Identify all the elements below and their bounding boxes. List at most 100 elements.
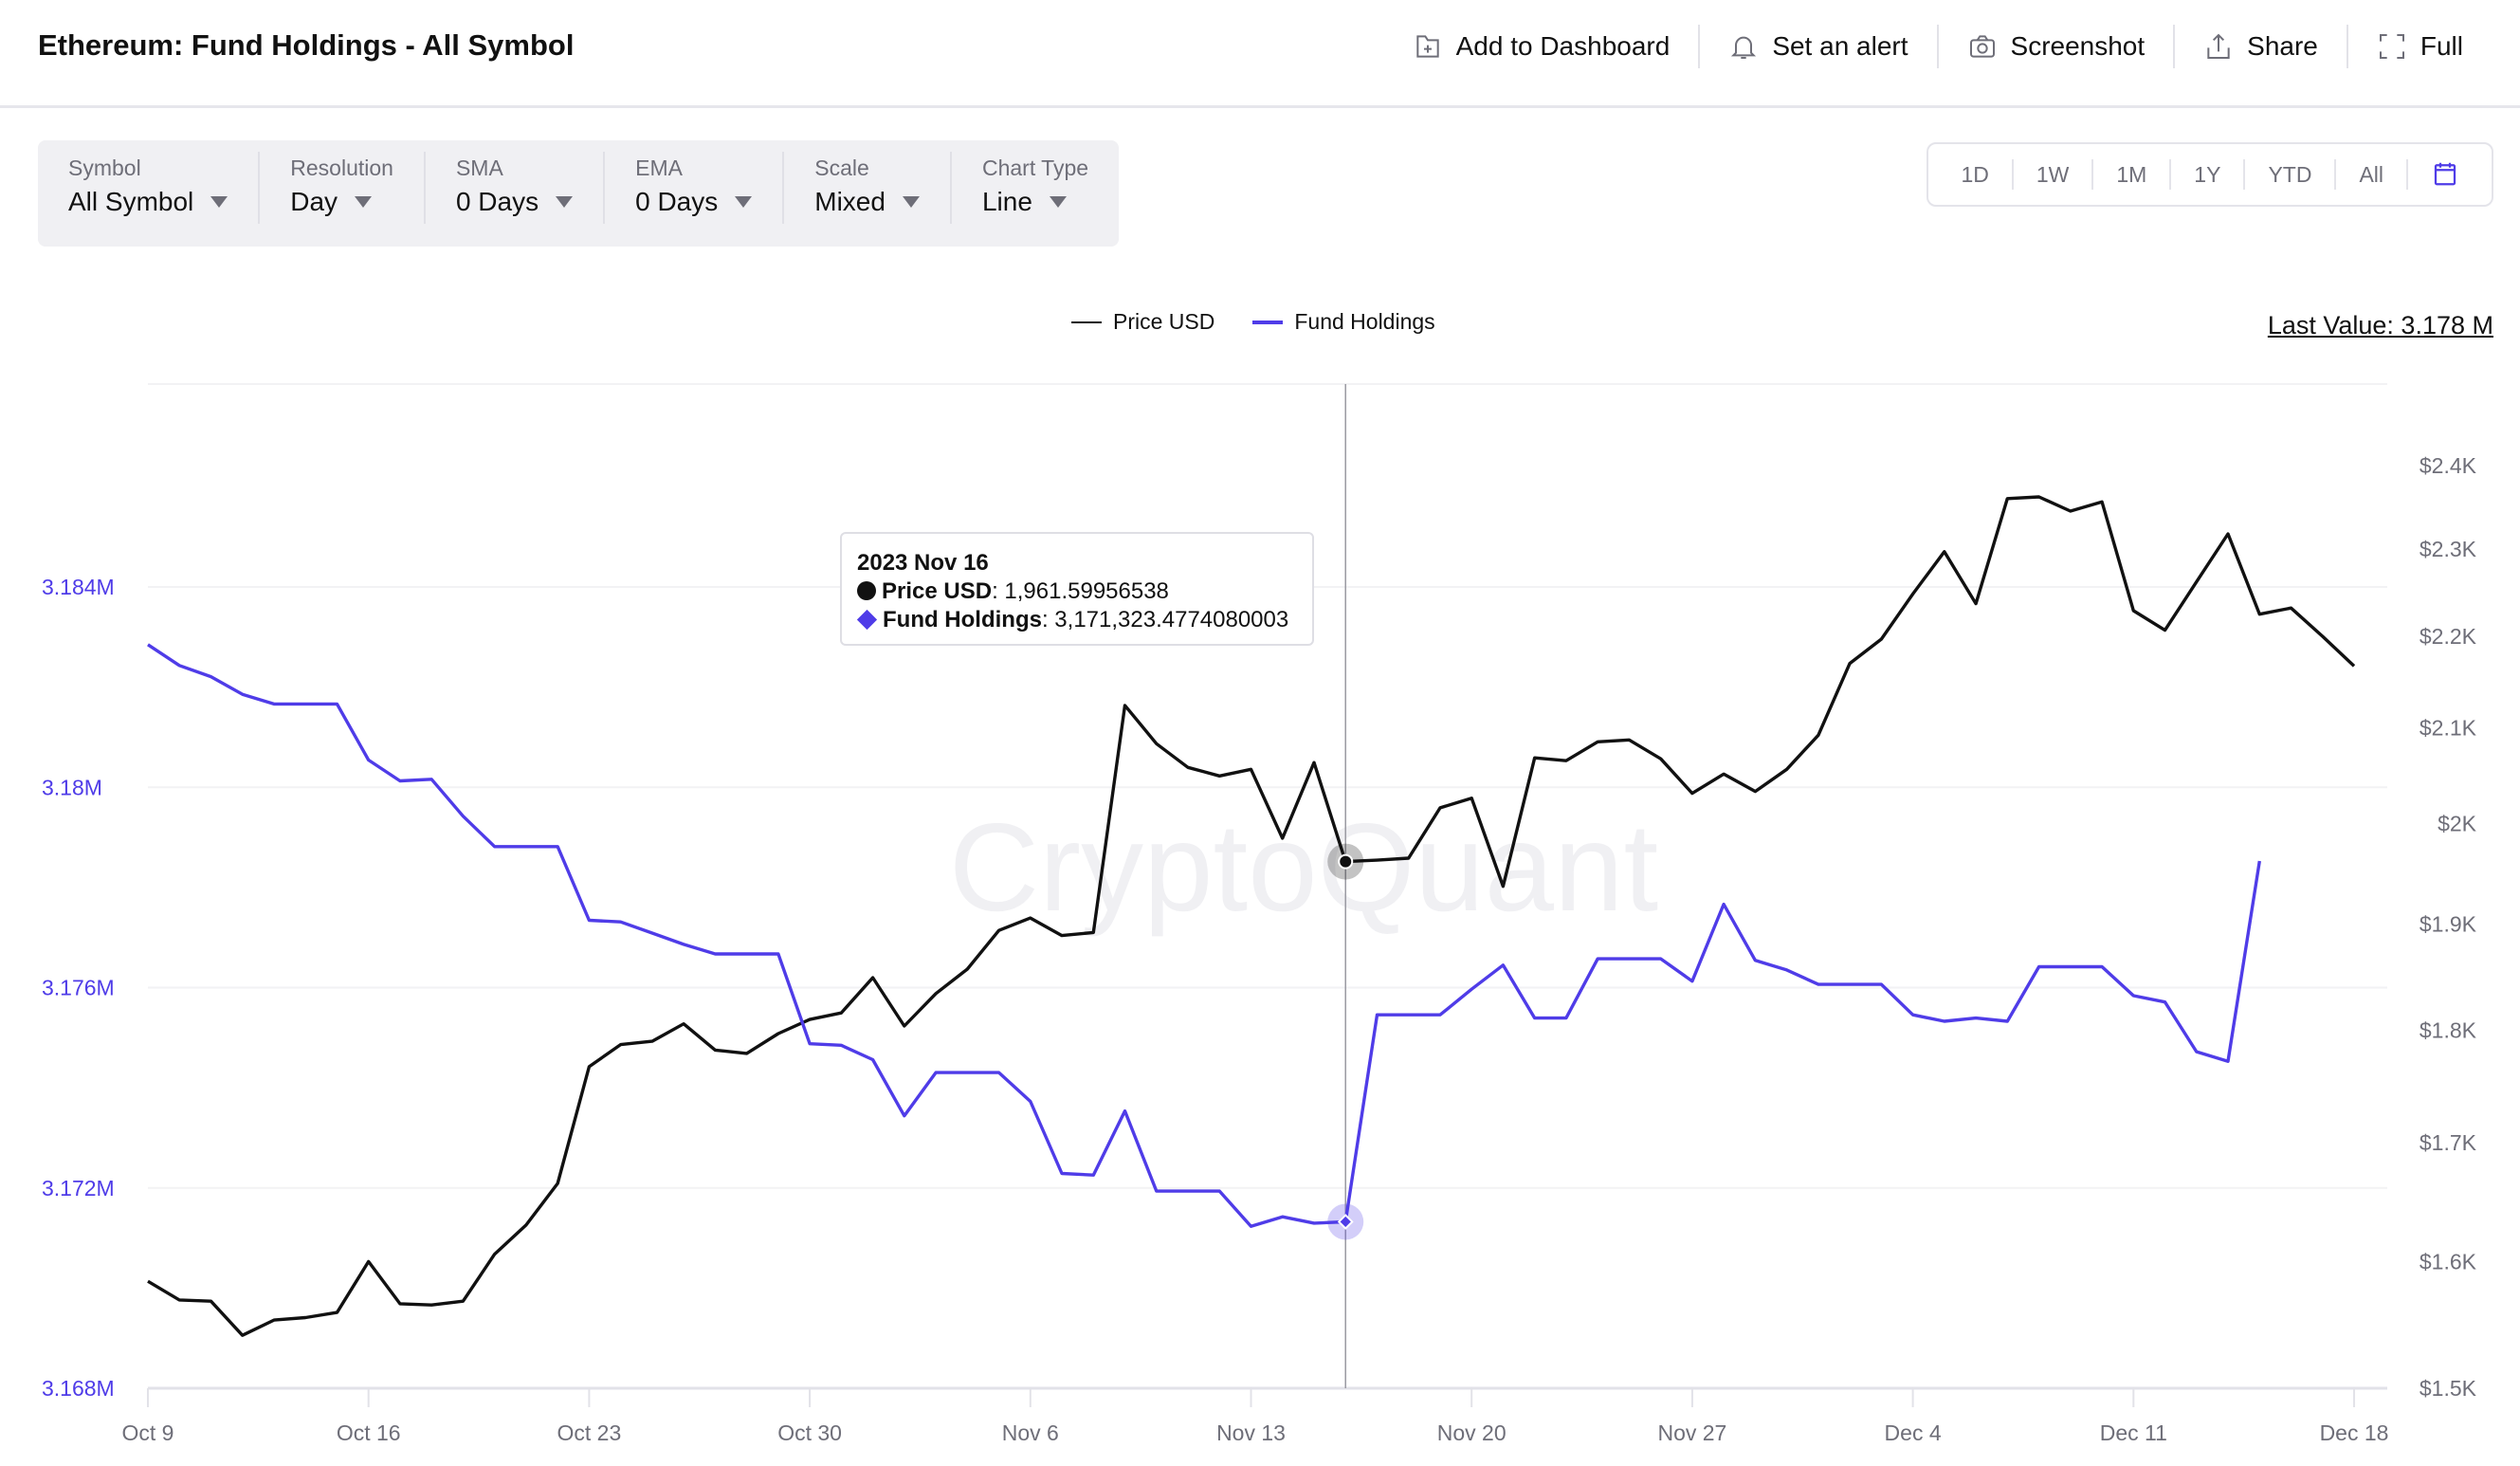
camera-icon [1969, 35, 1995, 58]
fullscreen-label: Full [2420, 31, 2463, 61]
tooltip-date: 2023 Nov 16 [857, 550, 989, 576]
scale-label: Scale [814, 156, 869, 180]
chart-plot[interactable]: CryptoQuant 3.168M 3.172M 3.176M 3.18M 3.184… [0, 360, 2520, 1466]
legend-item-fund[interactable]: Fund Holdings [1252, 309, 1435, 335]
add-dashboard-icon [1415, 35, 1439, 58]
resolution-select[interactable]: Resolution Day [258, 152, 424, 224]
resolution-value: Day [290, 187, 338, 216]
chevron-down-icon [556, 196, 574, 208]
left-axis-tick: 3.176M [42, 976, 115, 1000]
x-axis: Oct 9 Oct 16 Oct 23 Oct 30 Nov 6 Nov 13 Nov 20… [122, 1388, 2389, 1445]
tooltip-fund-value: : 3,171,323.4774080003 [1041, 607, 1289, 632]
page-title: Ethereum: Fund Holdings - All Symbol [38, 28, 575, 62]
range-1m[interactable]: 1M [2091, 159, 2169, 190]
chart-type-value: Line [981, 187, 1032, 216]
right-axis-tick: $1.6K [2420, 1249, 2477, 1274]
price-marker-icon [857, 581, 876, 600]
chart-tooltip: 2023 Nov 16 Price USD: 1,961.59956538 Fu… [840, 532, 1314, 646]
symbol-label: Symbol [68, 156, 141, 180]
share-label: Share [2247, 31, 2318, 61]
x-axis-tick: Nov 13 [1216, 1420, 1286, 1445]
tooltip-price-value: : 1,961.59956538 [992, 578, 1169, 604]
left-axis-tick: 3.184M [42, 575, 115, 599]
date-picker-button[interactable] [2406, 159, 2482, 190]
time-range-selector: 1D 1W 1M 1Y YTD All [1927, 142, 2493, 207]
chevron-down-icon [1049, 196, 1067, 208]
screenshot-label: Screenshot [2010, 31, 2146, 61]
fund-marker-icon [856, 609, 878, 631]
scale-value: Mixed [814, 187, 886, 216]
right-axis-tick: $2.2K [2420, 624, 2477, 649]
ema-value: 0 Days [635, 187, 719, 216]
page-header: Ethereum: Fund Holdings - All Symbol Add… [0, 0, 2520, 108]
set-alert-button[interactable]: Set an alert [1698, 25, 1936, 68]
screenshot-button[interactable]: Screenshot [1936, 25, 2174, 68]
x-axis-tick: Oct 16 [337, 1420, 401, 1445]
right-axis-tick: $2K [2438, 811, 2477, 835]
legend-item-price[interactable]: Price USD [1071, 309, 1214, 335]
chevron-down-icon [902, 196, 920, 208]
chart-legend: Price USD Fund Holdings [1071, 309, 1435, 335]
right-axis-tick: $2.3K [2420, 537, 2477, 561]
set-alert-label: Set an alert [1772, 31, 1908, 61]
watermark: CryptoQuant [949, 797, 1658, 937]
range-1d[interactable]: 1D [1938, 159, 2011, 190]
ema-select[interactable]: EMA 0 Days [603, 152, 782, 224]
legend-price-label: Price USD [1113, 309, 1215, 334]
resolution-label: Resolution [290, 156, 393, 180]
x-axis-tick: Oct 9 [122, 1420, 174, 1445]
tooltip-price-label: Price USD [882, 578, 993, 604]
x-axis-tick: Oct 30 [777, 1420, 842, 1445]
price-hover-point [1338, 853, 1354, 870]
share-icon [2207, 33, 2230, 59]
calendar-icon [2434, 162, 2456, 186]
legend-fund-label: Fund Holdings [1294, 309, 1435, 334]
right-axis-tick: $1.8K [2420, 1018, 2477, 1043]
fullscreen-button[interactable]: Full [2346, 25, 2492, 68]
right-axis-tick: $1.7K [2420, 1130, 2477, 1155]
right-axis: $1.5K $1.6K $1.7K $1.8K $1.9K $2K $2.1K $2.2K $2… [2420, 453, 2477, 1401]
last-value: Last Value: 3.178 M [2267, 311, 2493, 339]
x-axis-tick: Dec 4 [1885, 1420, 1942, 1445]
add-to-dashboard-button[interactable]: Add to Dashboard [1384, 25, 1699, 68]
right-axis-tick: $2.1K [2420, 715, 2477, 740]
range-1w[interactable]: 1W [2011, 159, 2092, 190]
chevron-down-icon [355, 196, 373, 208]
symbol-select[interactable]: Symbol All Symbol [38, 152, 258, 224]
x-axis-tick: Nov 27 [1657, 1420, 1726, 1445]
tooltip-fund-label: Fund Holdings [883, 607, 1042, 632]
x-axis-tick: Nov 20 [1437, 1420, 1507, 1445]
right-axis-tick: $1.5K [2420, 1376, 2477, 1401]
chevron-down-icon [210, 196, 228, 208]
range-all[interactable]: All [2334, 159, 2406, 190]
right-axis-tick: $1.9K [2420, 912, 2477, 937]
left-axis: 3.168M 3.172M 3.176M 3.18M 3.184M [42, 575, 115, 1401]
filter-bar: Symbol All Symbol Resolution Day SMA 0 D… [38, 140, 1120, 247]
x-axis-tick: Oct 23 [557, 1420, 622, 1445]
range-ytd[interactable]: YTD [2243, 159, 2334, 190]
scale-select[interactable]: Scale Mixed [782, 152, 950, 224]
price-legend-swatch [1071, 321, 1102, 323]
sma-value: 0 Days [455, 187, 539, 216]
symbol-value: All Symbol [68, 187, 194, 216]
fund-legend-swatch [1252, 320, 1284, 324]
left-axis-tick: 3.172M [42, 1176, 115, 1200]
ema-label: EMA [635, 156, 683, 180]
range-1y[interactable]: 1Y [2169, 159, 2243, 190]
left-axis-tick: 3.168M [42, 1376, 115, 1401]
chart-type-select[interactable]: Chart Type Line [949, 152, 1119, 224]
x-axis-tick: Dec 11 [2100, 1420, 2167, 1445]
x-axis-tick: Nov 6 [1002, 1420, 1059, 1445]
right-axis-tick: $2.4K [2420, 453, 2477, 478]
share-button[interactable]: Share [2173, 25, 2347, 68]
header-actions: Add to Dashboard Set an alert Screenshot… [1384, 25, 2492, 68]
chevron-down-icon [735, 196, 753, 208]
chart-type-label: Chart Type [981, 156, 1089, 180]
fullscreen-icon [2379, 34, 2404, 59]
sma-label: SMA [455, 156, 503, 180]
sma-select[interactable]: SMA 0 Days [423, 152, 603, 224]
x-axis-tick: Dec 18 [2320, 1420, 2389, 1445]
add-to-dashboard-label: Add to Dashboard [1455, 31, 1671, 61]
left-axis-tick: 3.18M [42, 775, 102, 799]
bell-icon [1731, 36, 1757, 59]
